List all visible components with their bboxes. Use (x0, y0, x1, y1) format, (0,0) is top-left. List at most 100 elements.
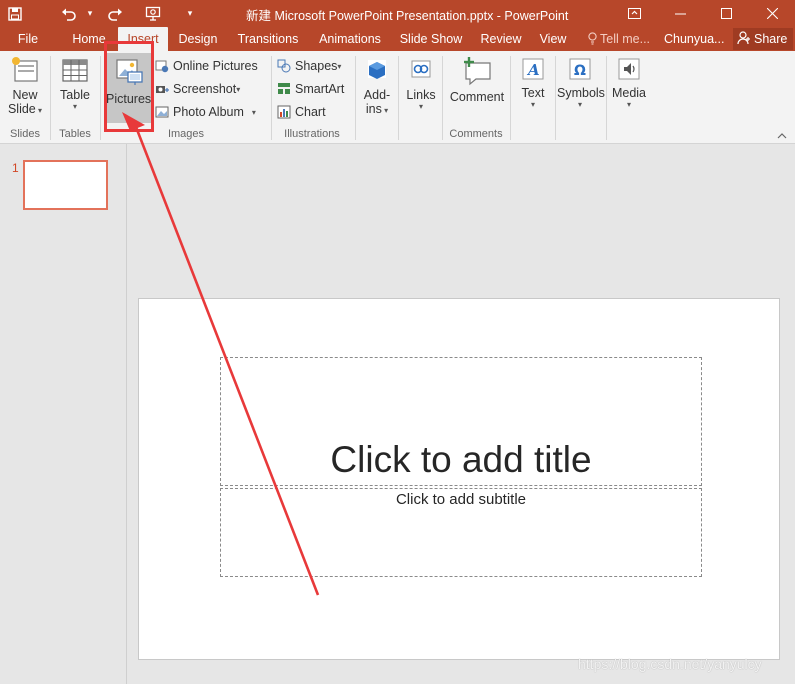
ribbon-tab-bar: File Home Insert Design Transitions Anim… (0, 27, 795, 51)
tab-insert[interactable]: Insert (118, 27, 168, 51)
group-divider (606, 56, 607, 140)
tab-review[interactable]: Review (476, 27, 526, 51)
share-person-icon (737, 31, 750, 45)
subtitle-placeholder[interactable]: Click to add subtitle (220, 488, 702, 577)
chevron-down-icon: ▾ (35, 106, 43, 115)
save-icon[interactable] (0, 0, 30, 27)
tell-me-label: Tell me... (600, 32, 651, 46)
share-button[interactable]: Share (733, 28, 793, 50)
group-divider (355, 56, 356, 140)
tab-transitions[interactable]: Transitions (232, 27, 304, 51)
online-pictures-button[interactable]: Online Pictures (155, 56, 258, 76)
lightbulb-icon (588, 32, 597, 45)
customize-qat-icon[interactable]: ▾ (182, 0, 198, 27)
links-button[interactable]: Links ▾ (403, 55, 439, 127)
pictures-label: Pictures (106, 92, 152, 106)
chart-label: Chart (295, 105, 326, 119)
link-icon (411, 60, 431, 78)
svg-text:A: A (526, 61, 540, 79)
screenshot-icon (156, 86, 169, 93)
title-placeholder[interactable]: Click to add title (220, 357, 702, 486)
slide-number: 1 (12, 161, 19, 175)
slide-thumbnail[interactable] (23, 160, 108, 210)
pictures-button[interactable]: Pictures (106, 53, 151, 123)
shapes-label: Shapes (295, 59, 338, 73)
new-slide-button[interactable]: New Slide ▾ (4, 55, 46, 125)
minimize-icon[interactable] (657, 0, 703, 27)
tab-animations[interactable]: Animations (312, 27, 388, 51)
chevron-down-icon: ▾ (418, 102, 423, 111)
redo-icon[interactable] (102, 0, 128, 27)
new-comment-button[interactable]: Comment (446, 55, 508, 125)
photo-album-button[interactable]: Photo Album ▾ (155, 102, 256, 122)
photo-album-label: Photo Album (173, 105, 244, 119)
tell-me-search[interactable]: Tell me... (588, 27, 650, 51)
close-icon[interactable] (749, 0, 795, 27)
online-pictures-label: Online Pictures (173, 59, 258, 73)
store-icon (368, 60, 386, 79)
watermark: https://blog.csdn.net/yanyulcy (578, 656, 762, 672)
undo-dropdown-icon[interactable]: ▾ (82, 0, 98, 27)
table-icon (62, 59, 88, 82)
share-label: Share (754, 32, 788, 46)
start-slideshow-icon[interactable] (138, 0, 168, 27)
add-ins-label-2: ins (365, 102, 382, 116)
chevron-down-icon: ▾ (577, 100, 582, 109)
smartart-button[interactable]: SmartArt (277, 79, 344, 99)
group-label-illustrations: Illustrations (284, 128, 340, 140)
photo-album-icon (155, 106, 169, 118)
tab-slide-show[interactable]: Slide Show (396, 27, 466, 51)
tab-view[interactable]: View (536, 27, 570, 51)
chart-icon (277, 105, 291, 119)
account-name[interactable]: Chunyua... (664, 27, 724, 51)
comment-label: Comment (449, 90, 505, 104)
new-slide-icon (12, 57, 38, 82)
group-label-tables: Tables (59, 128, 91, 140)
smartart-icon (278, 83, 290, 94)
shapes-icon (277, 59, 291, 73)
group-divider (50, 56, 51, 140)
table-label: Table (60, 88, 90, 102)
slide-thumbnail-pane: 1 (0, 144, 127, 684)
group-label-slides: Slides (10, 128, 40, 140)
title-bar: ▾ ▾ 新建 Microsoft PowerPoint Presentation… (0, 0, 795, 27)
window-title: 新建 Microsoft PowerPoint Presentation.ppt… (246, 9, 569, 23)
group-label-images: Images (167, 128, 205, 140)
shapes-button[interactable]: Shapes ▾ (277, 56, 341, 76)
omega-icon: Ω (569, 58, 591, 80)
title-placeholder-text: Click to add title (330, 439, 592, 480)
group-label-comments: Comments (449, 128, 503, 140)
chart-button[interactable]: Chart (277, 102, 326, 122)
comment-icon (464, 57, 491, 86)
group-divider (100, 56, 101, 140)
table-button[interactable]: Table ▾ (55, 55, 95, 125)
subtitle-placeholder-text: Click to add subtitle (395, 491, 527, 508)
symbols-label: Symbols (557, 86, 605, 100)
screenshot-label: Screenshot (173, 82, 237, 96)
add-ins-button[interactable]: Add- ins ▾ (359, 55, 395, 127)
pictures-icon (115, 59, 143, 85)
online-pictures-icon (155, 60, 169, 73)
add-ins-label-1: Add- (363, 88, 391, 102)
new-slide-label-1: New (12, 88, 38, 102)
chevron-down-icon: ▾ (72, 102, 77, 111)
links-label: Links (406, 88, 436, 102)
media-button[interactable]: Media ▾ (609, 55, 649, 127)
ribbon-display-options-icon[interactable] (611, 0, 657, 27)
collapse-ribbon-icon[interactable] (777, 131, 787, 141)
text-button[interactable]: A Text ▾ (514, 55, 552, 127)
symbols-button[interactable]: Ω Symbols ▾ (557, 55, 605, 127)
group-divider (510, 56, 511, 140)
tab-design[interactable]: Design (172, 27, 224, 51)
undo-icon[interactable] (56, 0, 82, 27)
tab-home[interactable]: Home (64, 27, 114, 51)
chevron-down-icon: ▾ (251, 107, 256, 117)
tab-file[interactable]: File (8, 27, 48, 51)
chevron-down-icon: ▾ (381, 106, 389, 115)
quick-access-toolbar: ▾ ▾ (0, 0, 198, 27)
maximize-icon[interactable] (703, 0, 749, 27)
slide-canvas[interactable]: Click to add title Click to add subtitle (138, 298, 780, 660)
svg-text:Ω: Ω (574, 63, 586, 79)
speaker-icon (618, 58, 640, 80)
screenshot-button[interactable]: Screenshot ▾ (155, 79, 240, 99)
